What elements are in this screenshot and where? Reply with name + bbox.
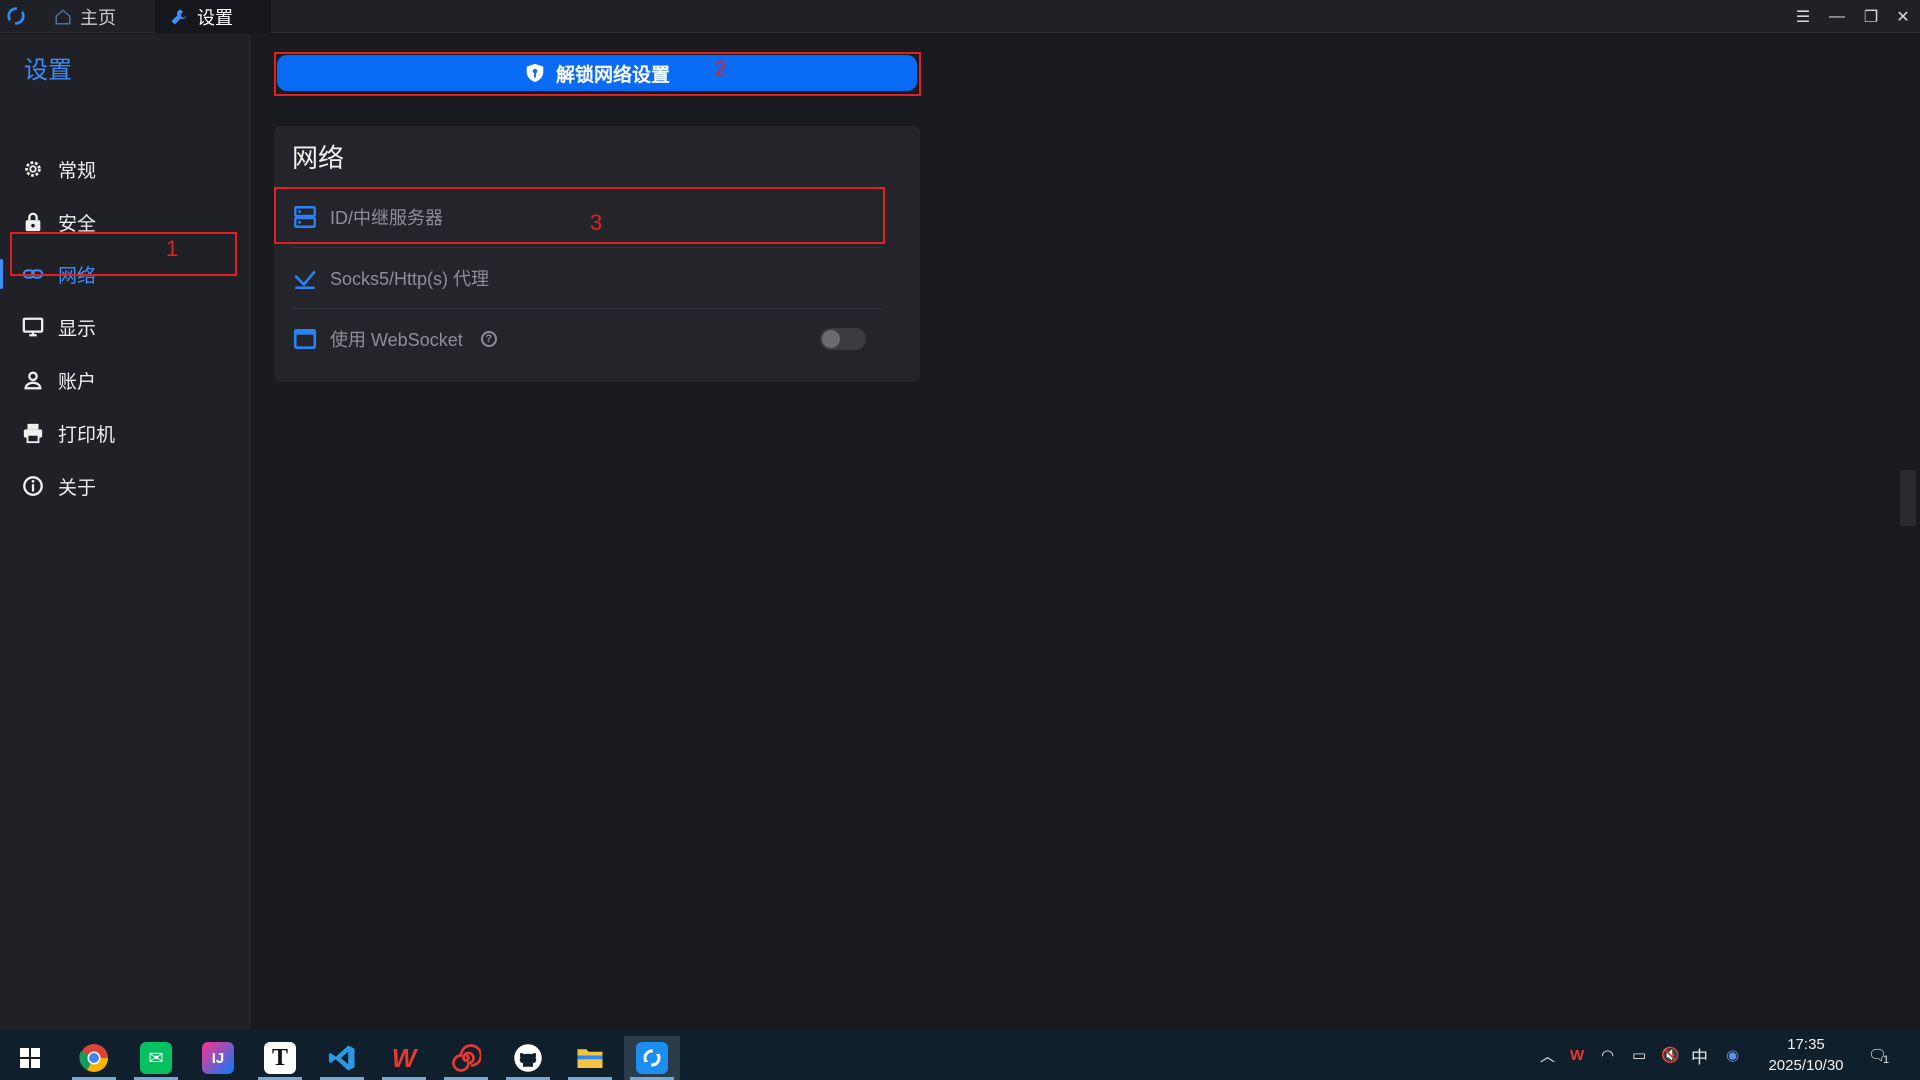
network-card: 网络 ID/中继服务器 Socks5/Http(s) 代理 使用 WebSock… <box>274 126 920 382</box>
websocket-toggle[interactable] <box>820 328 866 350</box>
info-icon <box>23 476 43 496</box>
notification-center-button[interactable]: 🗨 1 <box>1868 1030 1889 1080</box>
sidebar-item-label: 常规 <box>58 160 97 182</box>
tab-home[interactable]: 主页 <box>40 0 150 33</box>
sidebar-item-display[interactable]: 显示 <box>10 306 236 348</box>
taskbar-wps[interactable]: W <box>376 1036 432 1080</box>
start-button[interactable] <box>2 1036 58 1080</box>
row-label: Socks5/Http(s) 代理 <box>330 269 490 289</box>
clock[interactable]: 17:35 2025/10/30 <box>1756 1034 1856 1076</box>
tab-settings-label: 设置 <box>197 7 233 28</box>
taskbar-github[interactable] <box>500 1036 556 1080</box>
tab-home-label: 主页 <box>80 7 116 28</box>
taskbar-rustdesk[interactable] <box>624 1036 680 1080</box>
close-icon: ✕ <box>1896 8 1910 26</box>
annotation-box-1 <box>10 232 237 276</box>
annotation-number-2: 2 <box>714 56 727 81</box>
restore-button[interactable]: ❐ <box>1854 0 1888 33</box>
title-bar: 主页 设置 ☰ — ❐ ✕ <box>0 0 1920 33</box>
sidebar-item-label: 关于 <box>58 477 97 499</box>
notification-count: 1 <box>1883 1054 1890 1066</box>
menu-button[interactable]: ☰ <box>1786 0 1820 33</box>
socks5-proxy-row[interactable]: Socks5/Http(s) 代理 <box>292 248 882 308</box>
monitor-icon <box>22 317 44 337</box>
intellij-icon: IJ <box>202 1042 234 1074</box>
chrome-icon <box>79 1044 108 1072</box>
clock-time: 17:35 <box>1787 1036 1825 1053</box>
wrench-icon <box>171 9 187 24</box>
typora-icon: T <box>264 1042 296 1074</box>
proxy-icon <box>294 270 316 290</box>
wifi-icon: ◠ <box>1601 1047 1615 1064</box>
rustdesk-icon <box>636 1042 668 1074</box>
card-title: 网络 <box>292 143 345 173</box>
battery-icon: ▭ <box>1632 1047 1647 1064</box>
clock-date: 2025/10/30 <box>1768 1057 1844 1074</box>
input-method-icon: ◉ <box>1726 1047 1740 1064</box>
gear-icon <box>25 161 41 177</box>
annotation-number-1: 1 <box>166 236 179 261</box>
taskbar-vscode[interactable] <box>314 1036 370 1080</box>
taskbar-file-explorer[interactable] <box>562 1036 618 1080</box>
windows-start-icon <box>20 1048 40 1068</box>
tray-overflow-button[interactable]: ︿ <box>1540 1030 1555 1080</box>
ime-indicator[interactable]: 中 <box>1691 1030 1708 1080</box>
menu-icon: ☰ <box>1795 8 1811 26</box>
sidebar: 设置 常规 安全 网络 显示 账户 打印机 关于 <box>0 34 250 1030</box>
home-icon <box>55 8 71 24</box>
minimize-icon: — <box>1829 7 1845 25</box>
row-label: 使用 WebSocket <box>330 330 463 350</box>
tray-app-icon[interactable]: W <box>1570 1030 1584 1080</box>
annotation-box-2 <box>274 52 921 96</box>
github-icon <box>514 1044 542 1072</box>
close-button[interactable]: ✕ <box>1886 0 1920 33</box>
sidebar-item-label: 打印机 <box>58 424 116 446</box>
printer-icon <box>23 423 43 444</box>
tray-app-icon[interactable]: ◉ <box>1726 1030 1739 1080</box>
toggle-knob <box>822 330 840 348</box>
battery-status[interactable]: ▭ <box>1632 1030 1646 1080</box>
volume-status[interactable]: 🔇 <box>1661 1030 1680 1080</box>
websocket-row[interactable]: 使用 WebSocket ? <box>292 309 882 369</box>
sidebar-item-label: 账户 <box>58 371 97 393</box>
minimize-button[interactable]: — <box>1820 0 1854 33</box>
taskbar-wechat[interactable]: ✉ <box>128 1036 184 1080</box>
taskbar-chrome[interactable] <box>66 1036 122 1080</box>
volume-muted-icon: 🔇 <box>1661 1047 1680 1064</box>
lock-icon <box>25 212 41 232</box>
user-icon <box>24 371 42 390</box>
sidebar-title: 设置 <box>24 57 72 84</box>
sidebar-item-general[interactable]: 常规 <box>10 148 236 190</box>
wechat-icon: ✉ <box>140 1042 172 1074</box>
window-icon <box>293 329 317 349</box>
network-status[interactable]: ◠ <box>1601 1030 1614 1080</box>
restore-icon: ❐ <box>1863 8 1879 26</box>
vscode-icon <box>328 1045 355 1071</box>
snail-icon <box>452 1044 481 1072</box>
wps-icon: W <box>391 1042 417 1073</box>
taskbar-typora[interactable]: T <box>252 1036 308 1080</box>
sidebar-item-label: 显示 <box>58 318 97 340</box>
app-logo-icon <box>7 6 25 26</box>
help-icon[interactable]: ? <box>480 331 497 347</box>
folder-icon <box>577 1049 603 1068</box>
tab-settings[interactable]: 设置 <box>155 0 271 33</box>
annotation-number-3: 3 <box>590 210 603 235</box>
wps-tray-icon: W <box>1570 1046 1585 1064</box>
sidebar-item-account[interactable]: 账户 <box>10 359 236 401</box>
taskbar-snail[interactable] <box>438 1036 494 1080</box>
side-drag-handle[interactable] <box>1900 470 1916 526</box>
sidebar-item-about[interactable]: 关于 <box>10 465 236 507</box>
sidebar-item-printer[interactable]: 打印机 <box>10 412 236 454</box>
chevron-up-icon: ︿ <box>1540 1047 1556 1065</box>
annotation-box-3 <box>274 187 885 244</box>
taskbar-intellij[interactable]: IJ <box>190 1036 246 1080</box>
